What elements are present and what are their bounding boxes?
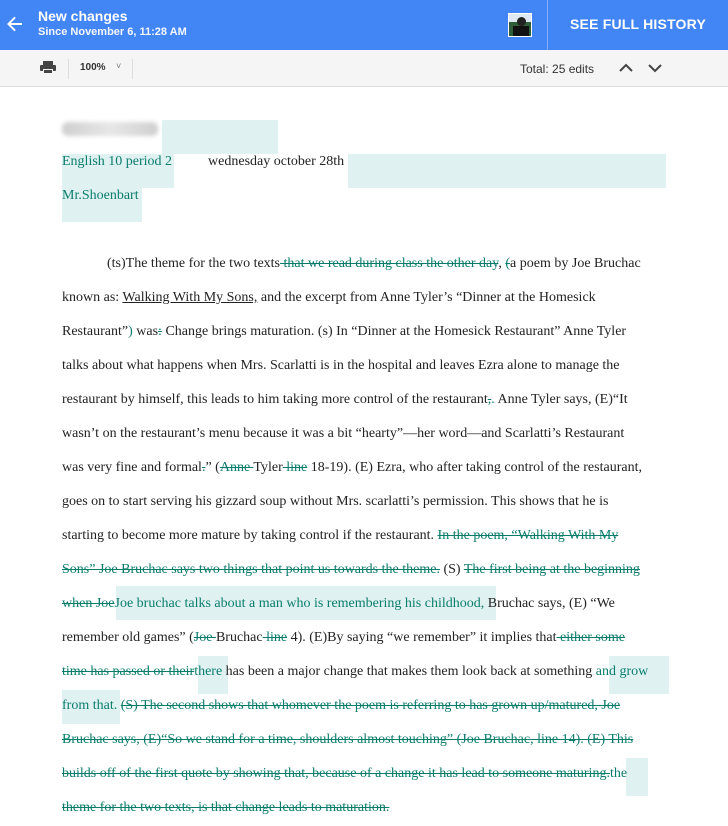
edit-count: Total: 25 edits [520, 62, 595, 76]
zoom-select[interactable]: 100% [80, 62, 106, 73]
text: Restaurant” [62, 324, 129, 339]
doc-line: builds off of the first quote by showing… [62, 766, 627, 782]
text: Tyler [253, 460, 283, 475]
change-highlight [162, 120, 278, 154]
zoom-caret-icon[interactable]: ˅ [116, 61, 121, 71]
underlined-title: Walking With My Sons, [122, 290, 258, 305]
text: restaurant by himself, this leads to him… [62, 392, 488, 407]
text: was very fine and formal [62, 460, 202, 475]
doc-line: Bruchac says, (E)“So we stand for a time… [62, 732, 633, 748]
deleted-text: time has passed or their [62, 664, 195, 679]
text: talks about what happens when Mrs. Scarl… [62, 358, 620, 373]
deleted-text: Anne [219, 460, 254, 475]
text: Change brings maturation. (s) In “Dinner… [161, 324, 627, 339]
insert-text: English 10 period 2 [62, 154, 173, 169]
top-bar: New changes Since November 6, 11:28 AM S… [0, 0, 728, 50]
deleted-text: Bruchac says, (E)“So we stand for a time… [62, 732, 634, 747]
text: and the excerpt from Anne Tyler’s “Dinne… [257, 290, 596, 305]
doc-line: wasn’t on the restaurant’s menu because … [62, 426, 624, 442]
text: (S) [439, 562, 464, 577]
text: Anne Tyler says, (E)“It [494, 392, 628, 407]
change-highlight [626, 758, 648, 796]
text: Bruchac says, (E) “We [484, 596, 615, 611]
previous-edit-button[interactable] [615, 58, 637, 78]
text: was [132, 324, 159, 339]
insert-text: the [609, 766, 628, 781]
deleted-text: either some [556, 630, 625, 645]
back-arrow-icon[interactable] [4, 10, 26, 38]
page-title: New changes [38, 8, 128, 24]
doc-line: Sons” Joe Bruchac says two things that p… [62, 562, 640, 578]
insert-text: and grow [595, 664, 649, 679]
text: has been a major change that makes them … [222, 664, 596, 679]
doc-line: (ts)The theme for the two texts that we … [107, 256, 641, 272]
text: (ts)The theme for the two texts [107, 256, 281, 271]
document: English 10 period 2 wednesday october 28t… [0, 88, 728, 826]
next-edit-button[interactable] [644, 58, 666, 78]
doc-line: goes on to start serving his gizzard sou… [62, 494, 608, 510]
deleted-text: (S) The second shows that whomever the p… [120, 698, 621, 713]
deleted-text: line [262, 630, 288, 645]
text: a poem by Joe Bruchac [510, 256, 641, 271]
doc-line: when JoeJoe bruchac talks about a man wh… [62, 596, 615, 612]
toolbar-separator [132, 59, 133, 79]
text: 4). (E)By saying “we remember” it implie… [287, 630, 557, 645]
deleted-text: Sons” Joe Bruchac says two things that p… [62, 562, 440, 577]
doc-line: was very fine and formal.” (Anne Tyler l… [62, 460, 642, 476]
insert-text: from that. [62, 698, 118, 713]
text: wednesday october 28th [208, 154, 345, 169]
see-full-history-button[interactable]: SEE FULL HISTORY [548, 0, 728, 50]
chevron-up-icon [619, 63, 633, 72]
doc-line: remember old games” (Joe Bruchac line 4)… [62, 630, 625, 646]
text: ” ( [205, 460, 220, 475]
doc-line: starting to become more mature by taking… [62, 528, 618, 544]
doc-line: time has passed or theirthere has been a… [62, 664, 648, 680]
print-icon[interactable] [40, 61, 56, 75]
doc-line: restaurant by himself, this leads to him… [62, 392, 628, 408]
deleted-text: that we read during class the other day [280, 256, 499, 271]
deleted-text: The first being at the beginning [463, 562, 640, 577]
insert-text: Joe bruchac talks about a man who is rem… [114, 596, 485, 611]
doc-line: English 10 period 2 wednesday october 28t… [62, 154, 344, 170]
insert-text: Mr.Shoenbart [62, 188, 139, 203]
page-subtitle: Since November 6, 11:28 AM [38, 26, 187, 38]
text: 18-19). (E) Ezra, who after taking contr… [307, 460, 642, 475]
text: remember old games” ( [62, 630, 194, 645]
doc-line: known as: Walking With My Sons, and the … [62, 290, 596, 306]
insert-text: there [194, 664, 223, 679]
text: Bruchac [215, 630, 263, 645]
student-name [62, 122, 158, 141]
doc-line: theme for the two texts, is that change … [62, 800, 389, 816]
text: wasn’t on the restaurant’s menu because … [62, 426, 625, 441]
toolbar-separator [68, 59, 69, 79]
doc-line: from that. (S) The second shows that who… [62, 698, 620, 714]
doc-line: talks about what happens when Mrs. Scarl… [62, 358, 620, 374]
redacted-name [62, 122, 158, 136]
change-highlight [348, 154, 666, 188]
doc-line: Restaurant”) was: Change brings maturati… [62, 324, 626, 340]
deleted-text: line [282, 460, 308, 475]
doc-line: Mr.Shoenbart [62, 188, 139, 204]
chevron-down-icon [648, 64, 662, 73]
text: known as: [62, 290, 123, 305]
deleted-text: when Joe [62, 596, 115, 611]
avatar[interactable] [508, 13, 532, 37]
deleted-text: Joe [193, 630, 216, 645]
deleted-text: In the poem, “Walking With My [437, 528, 619, 543]
toolbar: 100% ˅ Total: 25 edits [0, 50, 728, 87]
deleted-text: theme for the two texts, is that change … [62, 800, 390, 815]
text: goes on to start serving his gizzard sou… [62, 494, 609, 509]
text: starting to become more mature by taking… [62, 528, 438, 543]
deleted-text: builds off of the first quote by showing… [62, 766, 610, 781]
